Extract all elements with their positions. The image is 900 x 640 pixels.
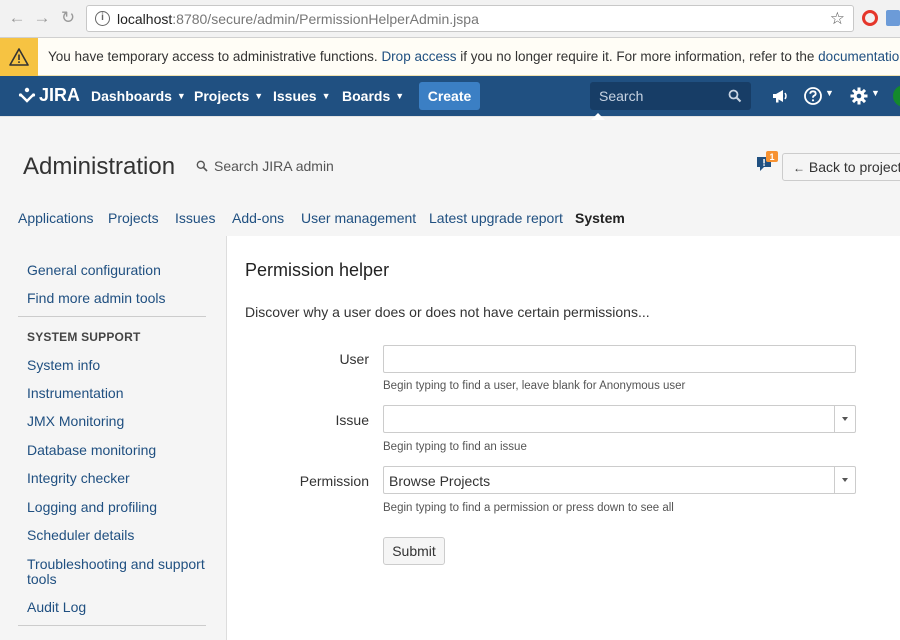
- main-content: Permission helper Discover why a user do…: [227, 236, 900, 640]
- quick-search-input[interactable]: [590, 82, 725, 110]
- permission-helper-description: Discover why a user does or does not hav…: [245, 304, 650, 320]
- back-to-project-button[interactable]: ← Back to project:: [782, 153, 900, 181]
- chevron-down-icon: ▼: [254, 91, 264, 101]
- translate-extension-icon[interactable]: [886, 10, 900, 26]
- sidebar-item-integrity-checker[interactable]: Integrity checker: [27, 470, 130, 486]
- opera-extension-icon[interactable]: [862, 10, 878, 26]
- sidebar-item-audit-log[interactable]: Audit Log: [27, 599, 86, 615]
- issue-picker[interactable]: [383, 405, 856, 433]
- sidebar-item-general-configuration[interactable]: General configuration: [27, 262, 161, 278]
- user-field-hint: Begin typing to find a user, leave blank…: [383, 380, 686, 392]
- user-avatar[interactable]: [893, 85, 900, 107]
- forward-arrow-icon[interactable]: →: [33, 8, 51, 28]
- admin-search-label: Search JIRA admin: [214, 158, 334, 174]
- admin-search-trigger[interactable]: Search JIRA admin: [196, 158, 334, 174]
- sidebar-item-troubleshooting-and-support-tools[interactable]: tools: [27, 571, 57, 587]
- back-to-project-label: Back to project:: [808, 159, 900, 175]
- chevron-down-icon[interactable]: ▼: [871, 88, 880, 98]
- logo-text: JIRA: [39, 85, 81, 105]
- top-navigation: JIRA Dashboards ▼ Projects ▼ Issues ▼ Board…: [0, 76, 900, 116]
- sidebar-item-database-monitoring[interactable]: Database monitoring: [27, 442, 156, 458]
- drop-access-link[interactable]: Drop access: [381, 49, 456, 64]
- permission-field-label: Permission: [299, 473, 369, 489]
- permission-picker[interactable]: Browse Projects: [383, 466, 856, 494]
- documentation-link[interactable]: documentation: [818, 49, 900, 64]
- sidebar-item-find-more-admin-tools[interactable]: Find more admin tools: [27, 290, 166, 306]
- tab-projects[interactable]: Projects: [108, 210, 159, 226]
- info-icon[interactable]: i: [95, 11, 110, 26]
- warning-icon-area: [0, 38, 38, 76]
- feedback-count: 1: [769, 152, 774, 162]
- sidebar-divider: [18, 625, 206, 626]
- admin-access-banner: You have temporary access to administrat…: [0, 38, 900, 76]
- tab-applications[interactable]: Applications: [18, 210, 94, 226]
- quick-search[interactable]: [590, 82, 751, 110]
- chevron-down-icon: ▼: [321, 91, 331, 101]
- admin-sidebar: General configuration Find more admin to…: [0, 236, 227, 640]
- address-bar[interactable]: i localhost:8780/secure/admin/Permission…: [86, 5, 854, 32]
- nav-boards[interactable]: Boards ▼: [342, 88, 404, 104]
- bookmark-star-icon[interactable]: ☆: [830, 9, 845, 29]
- chevron-down-icon: ▼: [176, 91, 186, 101]
- sidebar-item-jmx-monitoring[interactable]: JMX Monitoring: [27, 413, 124, 429]
- tab-latest-upgrade-report[interactable]: Latest upgrade report: [429, 210, 563, 226]
- permission-field-hint: Begin typing to find a permission or pre…: [383, 502, 674, 514]
- search-icon: [196, 160, 208, 172]
- active-tab-indicator: [591, 113, 605, 120]
- chevron-down-icon[interactable]: [834, 406, 855, 432]
- submit-button[interactable]: Submit: [383, 537, 445, 565]
- tab-add-ons[interactable]: Add-ons: [232, 210, 284, 226]
- sidebar-item-troubleshooting-and-support[interactable]: Troubleshooting and support: [27, 556, 205, 572]
- permission-picker-value: Browse Projects: [389, 473, 491, 489]
- url-text: localhost:8780/secure/admin/PermissionHe…: [117, 11, 479, 27]
- user-input[interactable]: [383, 345, 856, 373]
- sidebar-section-heading: SYSTEM SUPPORT: [27, 330, 141, 344]
- tab-system[interactable]: System: [575, 210, 625, 226]
- sidebar-item-instrumentation[interactable]: Instrumentation: [27, 385, 124, 401]
- admin-header: Administration Search JIRA admin 1 ← Bac…: [0, 116, 900, 236]
- jira-logo-icon: [18, 87, 36, 103]
- feedback-icon[interactable]: 1: [756, 151, 778, 173]
- create-button[interactable]: Create: [419, 82, 480, 110]
- nav-dashboards[interactable]: Dashboards ▼: [91, 88, 186, 104]
- reload-icon[interactable]: ↻: [59, 8, 77, 28]
- sidebar-item-system-info[interactable]: System info: [27, 357, 100, 373]
- chevron-down-icon: ▼: [395, 91, 405, 101]
- sidebar-item-scheduler-details[interactable]: Scheduler details: [27, 527, 134, 543]
- gear-icon[interactable]: [849, 86, 869, 106]
- browser-toolbar: ← → ↻ i localhost:8780/secure/admin/Perm…: [0, 0, 900, 38]
- chevron-down-icon[interactable]: ▼: [825, 88, 834, 98]
- nav-projects[interactable]: Projects ▼: [194, 88, 263, 104]
- back-arrow-icon[interactable]: ←: [8, 8, 26, 28]
- nav-issues[interactable]: Issues ▼: [273, 88, 331, 104]
- issue-field-hint: Begin typing to find an issue: [383, 441, 527, 453]
- permission-helper-title: Permission helper: [245, 260, 390, 280]
- issue-field-label: Issue: [335, 412, 369, 428]
- sidebar-item-logging-and-profiling[interactable]: Logging and profiling: [27, 499, 157, 515]
- jira-logo[interactable]: JIRA: [18, 85, 80, 106]
- search-icon[interactable]: [728, 89, 742, 103]
- page-title: Administration: [23, 153, 176, 180]
- sidebar-divider: [18, 316, 206, 317]
- user-field-label: User: [339, 351, 369, 367]
- megaphone-icon[interactable]: [770, 86, 790, 106]
- help-icon[interactable]: [803, 86, 823, 106]
- arrow-left-icon: ←: [793, 161, 805, 175]
- tab-user-management[interactable]: User management: [301, 210, 416, 226]
- chevron-down-icon[interactable]: [834, 467, 855, 493]
- banner-message: You have temporary access to administrat…: [48, 49, 900, 64]
- tab-issues[interactable]: Issues: [175, 210, 215, 226]
- warning-icon: [9, 48, 29, 66]
